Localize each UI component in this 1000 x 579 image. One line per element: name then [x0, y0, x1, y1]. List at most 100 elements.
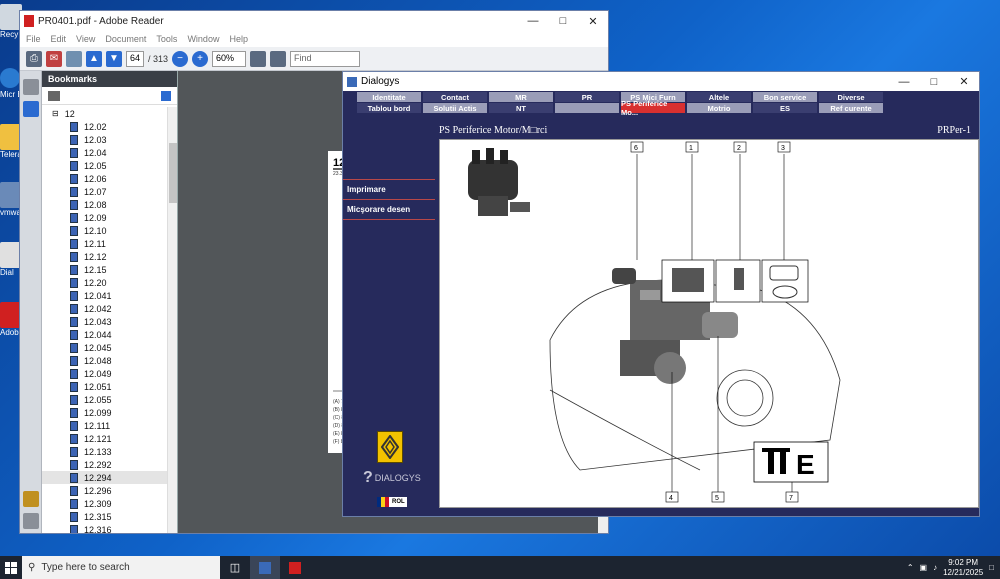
new-bookmark-icon[interactable]: [161, 90, 171, 101]
tab-altele[interactable]: Altele: [687, 92, 751, 102]
scroll-thumb[interactable]: [169, 143, 177, 203]
bookmark-label: 12.296: [84, 485, 112, 496]
bookmark-item[interactable]: 12.07: [42, 185, 167, 198]
taskbar-app-adobe-reader[interactable]: [280, 556, 310, 579]
bookmark-item[interactable]: 12.055: [42, 393, 167, 406]
tab-es[interactable]: ES: [753, 103, 817, 113]
dialogys-maximize-button[interactable]: □: [919, 72, 949, 92]
attachments-icon[interactable]: [23, 513, 39, 529]
bookmark-item[interactable]: 12.111: [42, 419, 167, 432]
bookmark-item[interactable]: 12.041: [42, 289, 167, 302]
bookmark-item[interactable]: 12.04: [42, 146, 167, 159]
collaborate-icon[interactable]: [66, 50, 82, 67]
tab-pr[interactable]: PR: [555, 92, 619, 102]
bookmark-options-icon[interactable]: [48, 90, 60, 101]
network-icon[interactable]: ▣: [920, 563, 928, 572]
bookmarks-panel-icon[interactable]: [23, 101, 39, 117]
menu-document[interactable]: Document: [105, 34, 146, 44]
tab-mr[interactable]: MR: [489, 92, 553, 102]
bookmark-page-icon: [70, 498, 78, 509]
tab-bon-service[interactable]: Bon service: [753, 92, 817, 102]
print-menu-item[interactable]: Imprimare: [343, 179, 435, 199]
start-button[interactable]: [0, 556, 22, 579]
bookmark-item[interactable]: 12.045: [42, 341, 167, 354]
bookmark-root[interactable]: ⊟ 12: [42, 107, 167, 120]
notifications-icon[interactable]: □: [989, 563, 994, 572]
bookmark-item[interactable]: 12.316: [42, 523, 167, 533]
menu-file[interactable]: File: [26, 34, 41, 44]
tab-tablou-bord[interactable]: Tablou bord: [357, 103, 421, 113]
menu-edit[interactable]: Edit: [51, 34, 67, 44]
bookmark-item[interactable]: 12.043: [42, 315, 167, 328]
bookmark-page-icon: [70, 134, 78, 145]
dialogys-minimize-button[interactable]: —: [889, 72, 919, 92]
volume-icon[interactable]: ♪: [933, 563, 937, 572]
bookmark-item[interactable]: 12.06: [42, 172, 167, 185]
tab-ps-periferice-mo[interactable]: PS Periferice Mo...: [621, 99, 685, 117]
print-icon[interactable]: ⎙: [26, 50, 42, 67]
bookmark-item[interactable]: 12.02: [42, 120, 167, 133]
taskbar-search[interactable]: ⚲ Type here to search: [22, 556, 220, 579]
page-number-input[interactable]: 64: [126, 50, 144, 67]
tab-contact[interactable]: Contact: [423, 92, 487, 102]
fit-width-icon[interactable]: [270, 50, 287, 67]
email-icon[interactable]: ✉: [46, 50, 62, 67]
bookmark-item[interactable]: 12.15: [42, 263, 167, 276]
minimize-button[interactable]: —: [518, 11, 548, 31]
tab-diverse[interactable]: Diverse: [819, 92, 883, 102]
bookmark-item[interactable]: 12.292: [42, 458, 167, 471]
bookmark-item[interactable]: 12.09: [42, 211, 167, 224]
taskbar-app-dialogys[interactable]: [250, 556, 280, 579]
bookmark-item[interactable]: 12.296: [42, 484, 167, 497]
bookmark-item[interactable]: 12.051: [42, 380, 167, 393]
tab-ref-curente[interactable]: Ref curente: [819, 103, 883, 113]
tab-nt[interactable]: NT: [489, 103, 553, 113]
tab-identitate[interactable]: Identitate: [357, 92, 421, 102]
bookmark-page-icon: [70, 511, 78, 522]
language-selector[interactable]: ROL: [377, 497, 407, 507]
clock[interactable]: 9:02 PM 12/21/2025: [943, 558, 983, 578]
menu-tools[interactable]: Tools: [156, 34, 177, 44]
maximize-button[interactable]: □: [548, 11, 578, 31]
find-input[interactable]: Find: [290, 50, 361, 67]
zoom-input[interactable]: 60%: [212, 50, 247, 67]
previous-page-icon[interactable]: ▲: [86, 50, 102, 67]
next-page-icon[interactable]: ▼: [106, 50, 122, 67]
bookmark-item[interactable]: 12.10: [42, 224, 167, 237]
tab-solutii-actis[interactable]: Solutii Actis: [423, 103, 487, 113]
menu-help[interactable]: Help: [229, 34, 248, 44]
collapse-icon[interactable]: ⊟: [52, 109, 59, 118]
tab-motrio[interactable]: Motrio: [687, 103, 751, 113]
dialogys-close-button[interactable]: ✕: [949, 72, 979, 92]
close-button[interactable]: ✕: [578, 11, 608, 31]
fit-page-icon[interactable]: [250, 50, 267, 67]
bookmark-item[interactable]: 12.049: [42, 367, 167, 380]
bookmark-item[interactable]: 12.048: [42, 354, 167, 367]
bookmark-item[interactable]: 12.11: [42, 237, 167, 250]
bookmark-item[interactable]: 12.099: [42, 406, 167, 419]
bookmark-item[interactable]: 12.294: [42, 471, 167, 484]
bookmark-item[interactable]: 12.309: [42, 497, 167, 510]
bookmark-item[interactable]: 12.08: [42, 198, 167, 211]
bookmark-item[interactable]: 12.05: [42, 159, 167, 172]
bookmark-item[interactable]: 12.12: [42, 250, 167, 263]
bookmark-item[interactable]: 12.121: [42, 432, 167, 445]
zoom-out-icon[interactable]: −: [172, 50, 189, 67]
bookmark-item[interactable]: 12.044: [42, 328, 167, 341]
bookmark-item[interactable]: 12.133: [42, 445, 167, 458]
bookmarks-scrollbar[interactable]: [167, 107, 177, 533]
bookmark-item[interactable]: 12.042: [42, 302, 167, 315]
bookmark-item[interactable]: 12.20: [42, 276, 167, 289]
dialogys-window: Dialogys — □ ✕ Identitate Contact MR PR PS M…: [342, 71, 980, 517]
e-symbol-box: E: [753, 441, 829, 483]
bookmark-item[interactable]: 12.315: [42, 510, 167, 523]
comments-icon[interactable]: [23, 491, 39, 507]
pages-panel-icon[interactable]: [23, 79, 39, 95]
task-view-button[interactable]: ◫: [220, 556, 250, 579]
show-hidden-icons-icon[interactable]: ⌃: [907, 563, 914, 572]
zoom-in-icon[interactable]: +: [192, 50, 209, 67]
shrink-drawing-menu-item[interactable]: Micşorare desen: [343, 199, 435, 219]
bookmark-item[interactable]: 12.03: [42, 133, 167, 146]
menu-window[interactable]: Window: [187, 34, 219, 44]
menu-view[interactable]: View: [76, 34, 95, 44]
